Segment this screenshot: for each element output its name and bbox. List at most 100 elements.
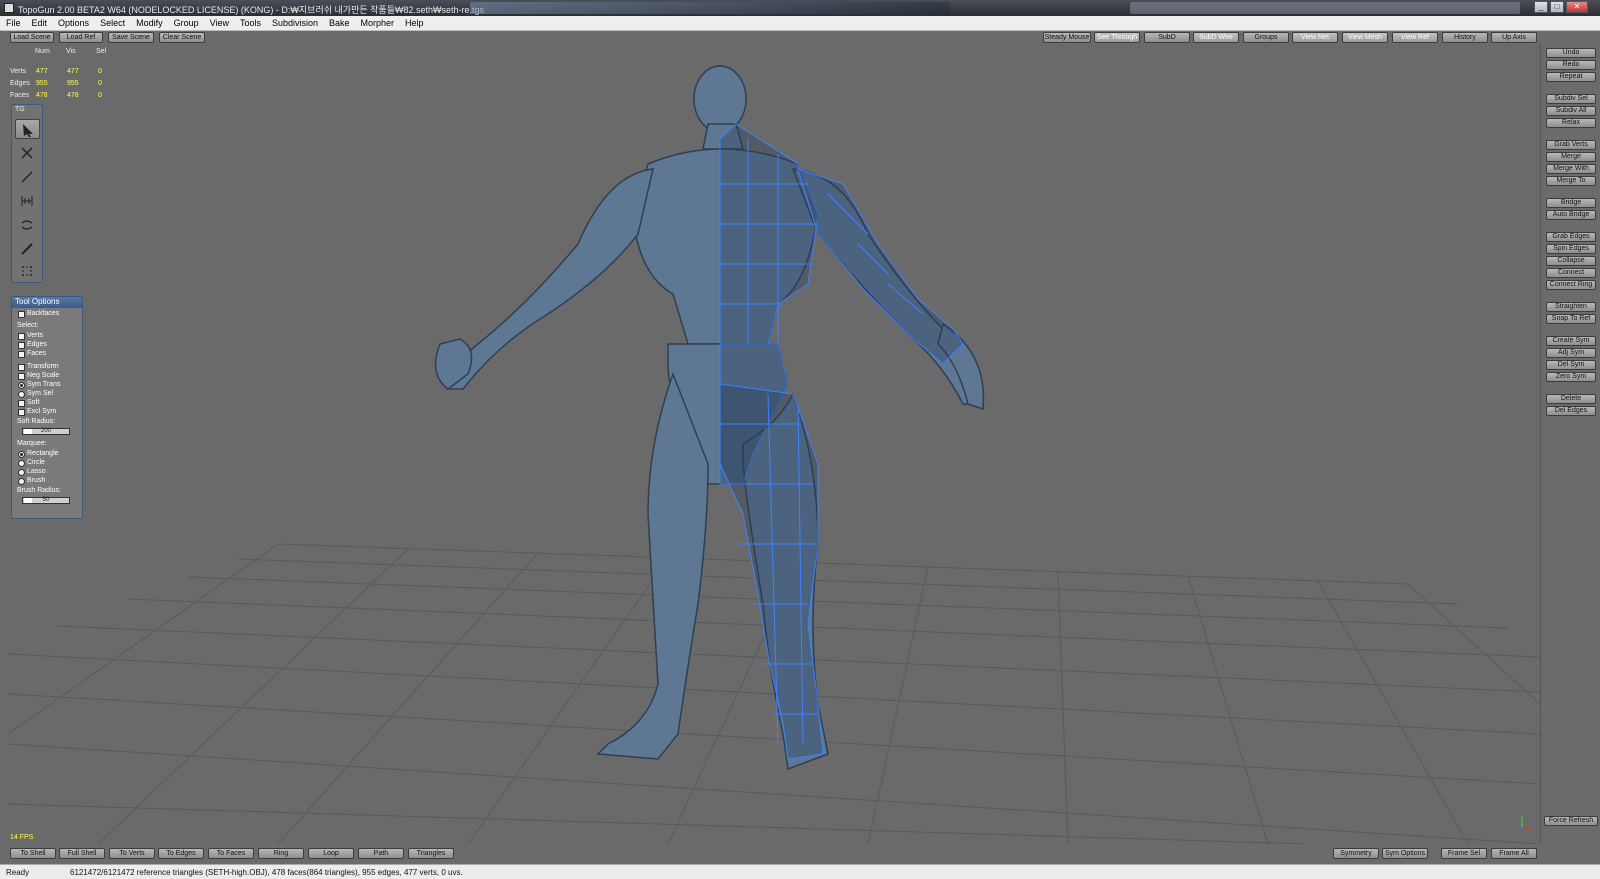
to-faces-button[interactable]: To Faces — [208, 848, 254, 859]
spin-edges-button[interactable]: Spin Edges — [1546, 244, 1596, 254]
menu-select[interactable]: Select — [94, 16, 130, 28]
select-edges-checkbox[interactable] — [18, 342, 25, 349]
view-net-button[interactable]: View Net — [1292, 32, 1338, 43]
undo-button[interactable]: Undo — [1546, 48, 1596, 58]
brush-radius-slider[interactable]: 50 — [22, 497, 70, 504]
zero-sym-button[interactable]: Zero Sym — [1546, 372, 1596, 382]
view-mesh-button[interactable]: View Mesh — [1342, 32, 1388, 43]
menu-view[interactable]: View — [204, 16, 234, 28]
triangles-button[interactable]: Triangles — [408, 848, 454, 859]
tool-options-title: Tool Options — [12, 297, 82, 308]
backfaces-label: Backfaces — [27, 310, 60, 317]
load-ref-button[interactable]: Load Ref — [59, 32, 103, 43]
maximize-button[interactable]: □ — [1550, 1, 1564, 13]
3d-viewport[interactable] — [8, 44, 1540, 844]
ring-button[interactable]: Ring — [258, 848, 304, 859]
auto-bridge-button[interactable]: Auto Bridge — [1546, 210, 1596, 220]
adj-sym-button[interactable]: Adj Sym — [1546, 348, 1596, 358]
subdiv-sel-button[interactable]: Subdiv Sel — [1546, 94, 1596, 104]
loop-button[interactable]: Loop — [308, 848, 354, 859]
relax-button[interactable]: Relax — [1546, 118, 1596, 128]
brush-radius-knob[interactable] — [24, 498, 32, 503]
save-scene-button[interactable]: Save Scene — [108, 32, 154, 43]
bridge-tool-icon[interactable] — [15, 191, 40, 211]
menu-file[interactable]: File — [0, 16, 26, 28]
select-tool-icon[interactable] — [15, 119, 40, 139]
groups-button[interactable]: Groups — [1243, 32, 1289, 43]
tweak-tool-icon[interactable] — [15, 215, 40, 235]
backfaces-checkbox[interactable] — [18, 311, 25, 318]
snap-to-ref-button[interactable]: Snap To Ref — [1546, 314, 1596, 324]
merge-to-button[interactable]: Merge To — [1546, 176, 1596, 186]
bridge-button[interactable]: Bridge — [1546, 198, 1596, 208]
menu-options[interactable]: Options — [52, 16, 94, 28]
create-sym-button[interactable]: Create Sym — [1546, 336, 1596, 346]
delete-tool-icon[interactable] — [15, 143, 40, 163]
sym-sel-radio[interactable] — [18, 391, 25, 398]
subdiv-all-button[interactable]: Subdiv All — [1546, 106, 1596, 116]
redo-button[interactable]: Redo — [1546, 60, 1596, 70]
menu-bake[interactable]: Bake — [323, 16, 355, 28]
marquee-rectangle-radio[interactable] — [18, 451, 25, 458]
view-ref-button[interactable]: View Ref — [1392, 32, 1438, 43]
load-scene-button[interactable]: Load Scene — [10, 32, 54, 43]
merge-button[interactable]: Merge — [1546, 152, 1596, 162]
select-verts-checkbox[interactable] — [18, 333, 25, 340]
history-button[interactable]: History — [1442, 32, 1488, 43]
stats-verts-num: 477 — [36, 68, 48, 75]
soft-radius-slider[interactable]: 200 — [22, 428, 70, 435]
connect-button[interactable]: Connect — [1546, 268, 1596, 278]
path-button[interactable]: Path — [358, 848, 404, 859]
transform-checkbox[interactable] — [18, 364, 25, 371]
menu-group[interactable]: Group — [168, 16, 204, 28]
draw-tool-icon[interactable] — [15, 261, 40, 281]
merge-with-button[interactable]: Merge With — [1546, 164, 1596, 174]
neg-scale-checkbox[interactable] — [18, 373, 25, 380]
connect-ring-button[interactable]: Connect Ring — [1546, 280, 1596, 290]
title-bar-decoration — [470, 2, 950, 14]
up-axis-button[interactable]: Up Axis — [1491, 32, 1537, 43]
symmetry-button[interactable]: Symmetry — [1333, 848, 1379, 859]
soft-radius-knob[interactable] — [24, 429, 32, 434]
menu-subdivision[interactable]: Subdivision — [266, 16, 323, 28]
menu-morpher[interactable]: Morpher — [355, 16, 400, 28]
subd-button[interactable]: SubD — [1144, 32, 1190, 43]
create-tool-icon[interactable] — [15, 167, 40, 187]
del-sym-button[interactable]: Del Sym — [1546, 360, 1596, 370]
frame-sel-button[interactable]: Frame Sel — [1441, 848, 1487, 859]
menu-tools[interactable]: Tools — [234, 16, 266, 28]
clear-scene-button[interactable]: Clear Scene — [159, 32, 205, 43]
frame-all-button[interactable]: Frame All — [1491, 848, 1537, 859]
subd-wire-button[interactable]: SubD Wire — [1193, 32, 1239, 43]
select-faces-label: Faces — [27, 350, 47, 357]
stats-header-sel: Sel — [96, 48, 107, 55]
menu-help[interactable]: Help — [399, 16, 429, 28]
close-button[interactable]: ✕ — [1566, 1, 1588, 13]
see-through-button[interactable]: See Through — [1094, 32, 1140, 43]
soft-checkbox[interactable] — [18, 400, 25, 407]
steady-mouse-button[interactable]: Steady Mouse — [1043, 32, 1091, 43]
marquee-brush-radio[interactable] — [18, 478, 25, 485]
minimize-button[interactable]: _ — [1534, 1, 1548, 13]
excl-sym-checkbox[interactable] — [18, 409, 25, 416]
marquee-circle-radio[interactable] — [18, 460, 25, 467]
grab-verts-button[interactable]: Grab Verts — [1546, 140, 1596, 150]
straighten-button[interactable]: Straighten — [1546, 302, 1596, 312]
grab-edges-button[interactable]: Grab Edges — [1546, 232, 1596, 242]
menu-modify[interactable]: Modify — [130, 16, 168, 28]
select-faces-checkbox[interactable] — [18, 351, 25, 358]
del-edges-button[interactable]: Del Edges — [1546, 406, 1596, 416]
marquee-lasso-radio[interactable] — [18, 469, 25, 476]
to-edges-button[interactable]: To Edges — [158, 848, 204, 859]
force-refresh-button[interactable]: Force Refresh — [1544, 816, 1598, 826]
menu-edit[interactable]: Edit — [26, 16, 53, 28]
repeat-button[interactable]: Repeat — [1546, 72, 1596, 82]
full-shell-button[interactable]: Full Shell — [59, 848, 105, 859]
to-shell-button[interactable]: To Shell — [10, 848, 56, 859]
to-verts-button[interactable]: To Verts — [109, 848, 155, 859]
sym-trans-radio[interactable] — [18, 382, 25, 389]
delete-button[interactable]: Delete — [1546, 394, 1596, 404]
collapse-button[interactable]: Collapse — [1546, 256, 1596, 266]
brush-tool-icon[interactable] — [15, 239, 40, 259]
sym-options-button[interactable]: Sym Options — [1382, 848, 1428, 859]
